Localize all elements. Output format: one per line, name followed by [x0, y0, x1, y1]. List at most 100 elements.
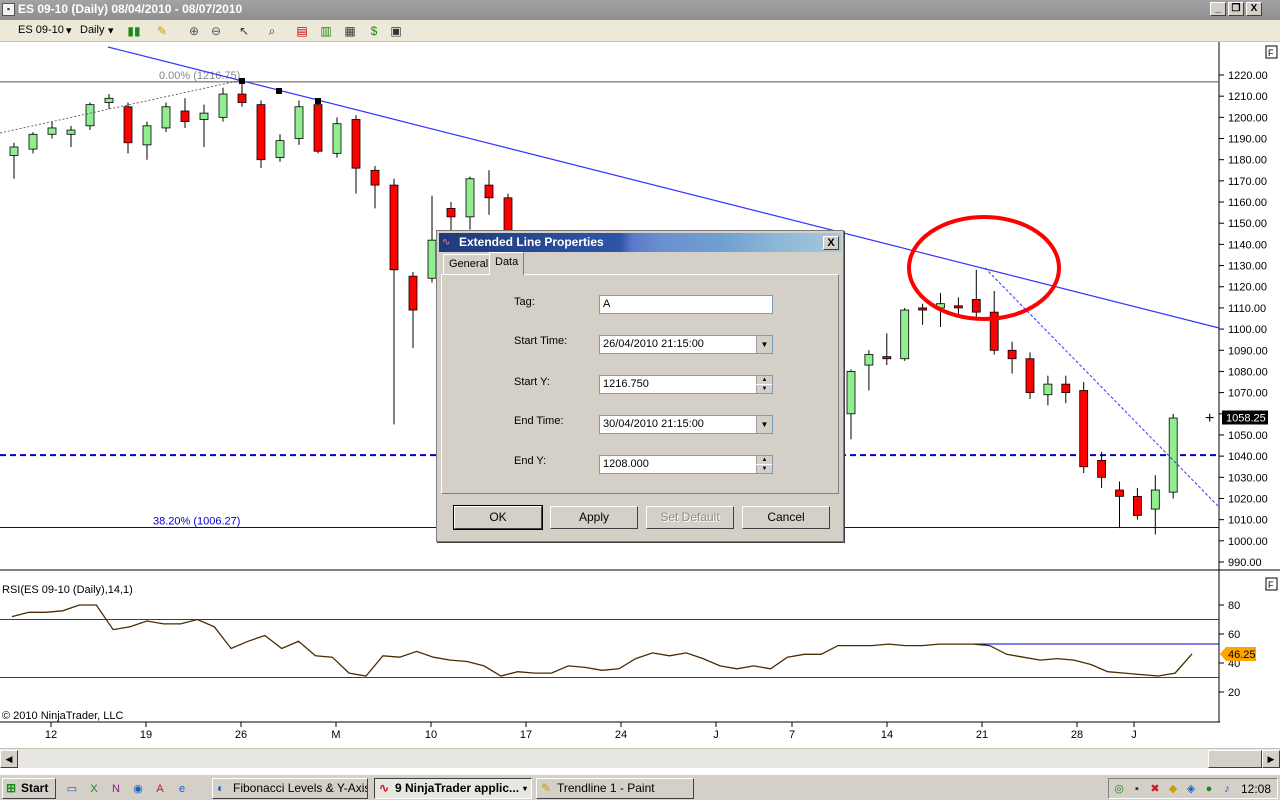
indicators-icon[interactable]: ▤ [294, 23, 310, 39]
instrument-selector[interactable]: ES 09-10 [18, 24, 64, 36]
dtn-icon[interactable]: ◎ [1111, 781, 1127, 797]
tray-security-icon[interactable]: ◆ [1165, 781, 1181, 797]
candle-up [66, 129, 76, 135]
end-y-value: 1208.000 [603, 458, 649, 470]
window-titlebar[interactable]: ▪ ES 09-10 (Daily) 08/04/2010 - 08/07/20… [0, 0, 1280, 20]
candle-down [408, 275, 418, 311]
task-paint-label: Trendline 1 - Paint [557, 781, 655, 795]
tag-label: Tag: [514, 296, 535, 308]
period-selector[interactable]: Daily [80, 24, 104, 36]
tray-alert-icon[interactable]: ✖ [1147, 781, 1163, 797]
chart-toolbar: ES 09-10 ▾ Daily ▾ ▮▮ ✎ ⊕ ⊖ ↖ ⌕ ▤ ▥ ▦ $ … [0, 20, 1280, 42]
candle-up [9, 146, 19, 156]
end-y-spinner[interactable]: 1208.000 ▲ ▼ [599, 455, 773, 474]
start-time-dropdown-icon[interactable]: ▼ [756, 336, 772, 353]
candle-down [351, 119, 361, 169]
acrobat-icon[interactable]: A [152, 781, 168, 797]
cancel-button[interactable]: Cancel [742, 506, 830, 529]
media-player-icon[interactable]: ◉ [130, 781, 146, 797]
price-tick-label: 1150.00 [1228, 218, 1267, 230]
minimize-button[interactable]: _ [1210, 2, 1226, 16]
tray-update-icon[interactable]: ● [1201, 781, 1217, 797]
start-y-spinner[interactable]: 1216.750 ▲ ▼ [599, 375, 773, 394]
candle-down [389, 184, 399, 271]
cursor-icon[interactable]: ↖ [236, 23, 252, 39]
onenote-icon[interactable]: N [108, 781, 124, 797]
zoom-out-icon[interactable]: ⊖ [208, 23, 224, 39]
tray-network-icon[interactable]: ◈ [1183, 781, 1199, 797]
candle-up [85, 104, 95, 127]
task-paint[interactable]: ✎ Trendline 1 - Paint [536, 778, 694, 799]
candle-down [484, 184, 494, 199]
candle-up [1150, 489, 1160, 510]
task-ninjatrader[interactable]: ∿ 9 NinjaTrader applic... ▾ [374, 778, 532, 799]
candle-down [237, 93, 247, 103]
start-y-down-icon[interactable]: ▼ [756, 385, 772, 393]
tray-app-icon[interactable]: ▪ [1129, 781, 1145, 797]
strategies-icon[interactable]: ▥ [318, 23, 334, 39]
start-button[interactable]: ⊞ Start [2, 778, 56, 799]
trendline-anchor-1 [239, 78, 245, 84]
date-tick-label: J [1131, 729, 1137, 741]
start-y-label: Start Y: [514, 376, 550, 388]
tab-general[interactable]: General [443, 254, 495, 274]
data-box-icon[interactable]: ▣ [388, 23, 404, 39]
candle-down [1115, 489, 1124, 497]
end-time-dropdown-icon[interactable]: ▼ [756, 416, 772, 433]
rsi-series-line [11, 604, 1193, 677]
date-tick-label: 10 [425, 729, 437, 741]
task-fibonacci[interactable]: ◐ Fibonacci Levels & Y-Axis... [212, 778, 368, 799]
tag-input[interactable]: A [599, 295, 773, 314]
candle-down [256, 104, 266, 161]
excel-icon[interactable]: X [86, 781, 102, 797]
dialog-titlebar[interactable]: ∿ Extended Line Properties X [439, 233, 841, 252]
candle-up [465, 178, 475, 218]
clock: 12:08 [1240, 782, 1271, 796]
end-y-up-icon[interactable]: ▲ [756, 456, 772, 464]
bar-type-icon[interactable]: ▮▮ [126, 23, 142, 39]
apply-button[interactable]: Apply [550, 506, 638, 529]
properties-icon[interactable]: ▦ [342, 23, 358, 39]
price-tick-label: 1020.00 [1228, 493, 1268, 505]
date-tick-label: 12 [45, 729, 57, 741]
scroll-left-arrow-icon[interactable]: ◀ [0, 750, 18, 768]
order-icon[interactable]: $ [366, 23, 382, 39]
price-tick-label: 1140.00 [1228, 239, 1267, 251]
period-dropdown-icon[interactable]: ▾ [108, 24, 114, 37]
end-time-label: End Time: [514, 415, 564, 427]
scroll-thumb[interactable] [1208, 750, 1262, 768]
last-price-label: 1058.25 [1226, 412, 1266, 424]
date-tick-label: 21 [976, 729, 988, 741]
instrument-dropdown-icon[interactable]: ▾ [66, 24, 72, 37]
end-y-down-icon[interactable]: ▼ [756, 465, 772, 473]
restore-button[interactable]: ❐ [1228, 2, 1244, 16]
set-default-button[interactable]: Set Default [646, 506, 734, 529]
tray-volume-icon[interactable]: ♪ [1219, 781, 1235, 797]
pencil-icon[interactable]: ✎ [154, 23, 170, 39]
scroll-right-arrow-icon[interactable]: ▶ [1262, 750, 1280, 768]
close-button[interactable]: X [1246, 2, 1262, 16]
horizontal-scrollbar[interactable]: ◀ ▶ [0, 748, 1280, 768]
candle-down [1133, 495, 1142, 516]
dialog-close-button[interactable]: X [823, 236, 839, 250]
price-tick-label: 1050.00 [1228, 430, 1268, 442]
candle-up [218, 93, 228, 118]
start-y-up-icon[interactable]: ▲ [756, 376, 772, 384]
start-time-combo[interactable]: 26/04/2010 21:15:00 ▼ [599, 335, 773, 354]
tab-data[interactable]: Data [489, 252, 525, 275]
ie-icon[interactable]: e [174, 781, 190, 797]
candle-up [142, 125, 152, 146]
crosshair-icon: + [1205, 410, 1214, 427]
candle-down [918, 307, 927, 311]
end-time-combo[interactable]: 30/04/2010 21:15:00 ▼ [599, 415, 773, 434]
end-y-label: End Y: [514, 455, 547, 467]
ok-button[interactable]: OK [453, 505, 543, 530]
show-desktop-icon[interactable]: ▭ [64, 781, 80, 797]
task-group-dropdown-icon[interactable]: ▾ [523, 779, 527, 798]
zoom-in-icon[interactable]: ⊕ [186, 23, 202, 39]
copyright-label: © 2010 NinjaTrader, LLC [2, 710, 123, 722]
price-tick-label: 1210.00 [1228, 91, 1268, 103]
candle-down [180, 110, 190, 122]
price-tick-label: 1040.00 [1228, 451, 1268, 463]
magnifier-icon[interactable]: ⌕ [264, 23, 280, 39]
